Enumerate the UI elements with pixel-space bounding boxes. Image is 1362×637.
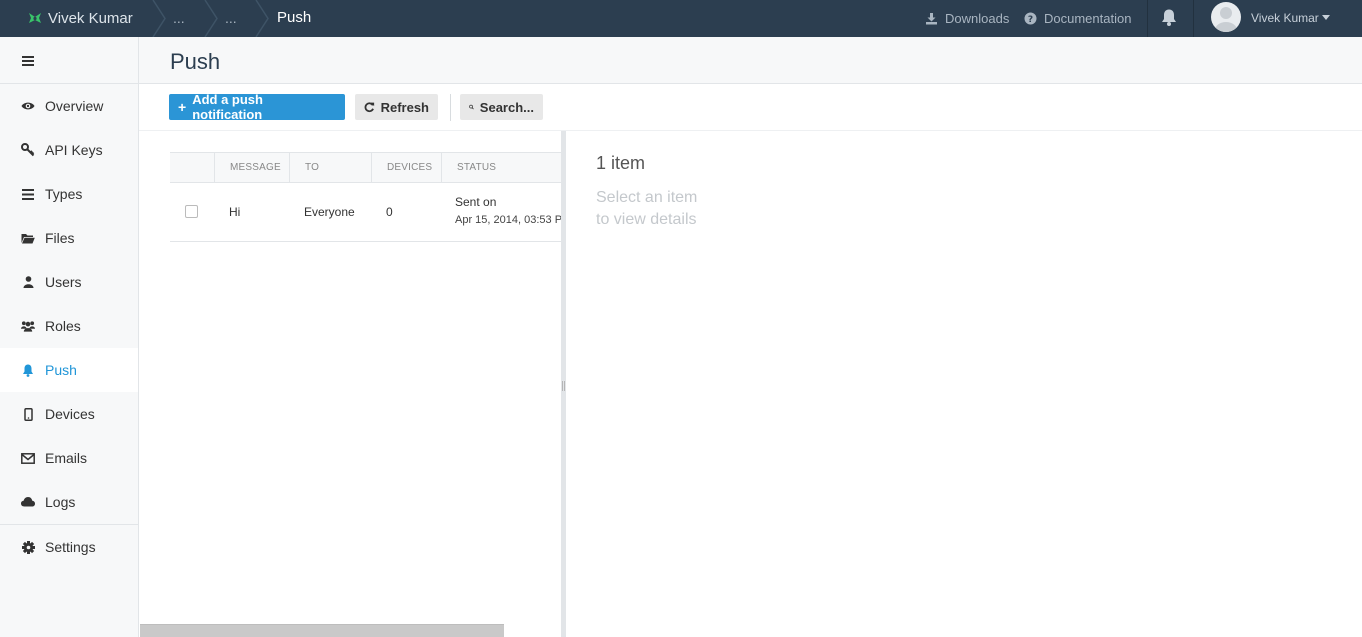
breadcrumb-separator-icon [152, 0, 166, 37]
cell-devices: 0 [386, 205, 393, 219]
navbar-divider [1147, 0, 1148, 37]
toolbar: + Add a push notification Refresh Search… [139, 84, 1362, 131]
envelope-icon [21, 451, 35, 465]
cell-to: Everyone [304, 205, 355, 219]
toolbar-divider [450, 94, 451, 121]
column-header-devices[interactable]: DEVICES [371, 153, 441, 182]
sidebar-item-overview[interactable]: Overview [0, 84, 138, 128]
documentation-label: Documentation [1044, 10, 1132, 26]
group-icon [21, 319, 35, 333]
status-date: Apr 15, 2014, 03:53 PM [455, 214, 561, 226]
refresh-button[interactable]: Refresh [355, 94, 438, 120]
search-button[interactable]: Search... [460, 94, 543, 120]
add-push-notification-label: Add a push notification [192, 92, 263, 122]
push-list-pane: MESSAGE TO DEVICES STATUS Hi Everyone 0 … [139, 131, 561, 637]
downloads-link[interactable]: Downloads [925, 0, 1009, 36]
splitter-grip-icon [562, 381, 565, 391]
table-header: MESSAGE TO DEVICES STATUS [170, 152, 561, 183]
horizontal-scrollbar[interactable] [140, 624, 504, 637]
sidebar-item-api-keys[interactable]: API Keys [0, 128, 138, 172]
detail-placeholder-line-1: Select an item [596, 189, 698, 206]
svg-text:?: ? [1028, 15, 1033, 25]
sidebar-item-types[interactable]: Types [0, 172, 138, 216]
row-select-checkbox[interactable] [185, 205, 198, 218]
status-text: Sent on [455, 195, 497, 209]
brand-link[interactable]: Vivek Kumar [28, 0, 133, 36]
sidebar-item-label: API Keys [45, 142, 103, 158]
item-count: 1 item [596, 153, 646, 173]
page-header: Push [139, 37, 1362, 84]
breadcrumb-item-2[interactable]: ... [225, 0, 237, 36]
refresh-label: Refresh [380, 99, 429, 115]
documentation-link[interactable]: ? Documentation [1024, 0, 1131, 36]
breadcrumb-current: Push [277, 9, 312, 26]
eye-icon [21, 99, 35, 113]
search-icon [469, 104, 474, 110]
folder-icon [21, 231, 35, 245]
download-icon [926, 12, 937, 24]
user-avatar[interactable] [1211, 2, 1241, 32]
cell-status: Sent on Apr 15, 2014, 03:53 PM [455, 195, 561, 226]
user-menu-name[interactable]: Vivek Kumar [1251, 0, 1319, 36]
key-icon [21, 143, 35, 157]
question-circle-icon: ? [1024, 12, 1037, 25]
notifications-bell-icon[interactable] [1160, 8, 1178, 27]
sidebar-item-roles[interactable]: Roles [0, 304, 138, 348]
sidebar-item-label: Emails [45, 450, 88, 466]
brand-name: Vivek Kumar [48, 9, 133, 27]
sidebar-item-devices[interactable]: Devices [0, 392, 138, 436]
navbar-divider [1193, 0, 1194, 37]
sidebar-item-files[interactable]: Files [0, 216, 138, 260]
menu-toggle-icon[interactable] [22, 56, 34, 68]
breadcrumb-item-1[interactable]: ... [173, 0, 185, 36]
refresh-icon [364, 102, 375, 113]
cloud-icon [21, 495, 35, 509]
detail-placeholder: Select an item to view details [596, 187, 756, 231]
sidebar-item-logs[interactable]: Logs [0, 480, 138, 524]
column-header-message[interactable]: MESSAGE [214, 153, 289, 182]
sidebar-item-label: Logs [45, 494, 76, 510]
sidebar-item-label: Types [45, 186, 83, 202]
breadcrumb-separator-icon [255, 0, 269, 37]
top-navbar: Vivek Kumar ... ... Push Downloads ? Doc… [0, 0, 1362, 37]
user-icon [21, 275, 35, 289]
user-silhouette-icon [1215, 7, 1237, 32]
column-header-status[interactable]: STATUS [441, 153, 561, 182]
sidebar-item-push[interactable]: Push [0, 348, 138, 392]
downloads-label: Downloads [945, 10, 1010, 26]
mobile-icon [21, 407, 35, 421]
bell-icon [21, 363, 35, 377]
sidebar-item-settings[interactable]: Settings [0, 525, 138, 569]
plus-icon: + [178, 99, 187, 115]
page-title: Push [170, 49, 221, 74]
sidebar-item-label: Devices [45, 406, 95, 422]
detail-placeholder-line-2: to view details [596, 211, 697, 228]
sidebar-item-label: Users [45, 274, 82, 290]
add-push-notification-button[interactable]: + Add a push notification [169, 92, 345, 122]
chevron-down-icon[interactable] [1322, 15, 1330, 20]
table-row[interactable]: Hi Everyone 0 Sent on Apr 15, 2014, 03:5… [170, 183, 561, 242]
column-header-to[interactable]: TO [289, 153, 371, 182]
sidebar-item-users[interactable]: Users [0, 260, 138, 304]
search-label: Search... [479, 99, 534, 115]
sidebar-item-emails[interactable]: Emails [0, 436, 138, 480]
cell-message: Hi [229, 205, 241, 219]
sidebar-item-label: Files [45, 230, 75, 246]
list-icon [21, 187, 35, 201]
sidebar-item-label: Overview [45, 98, 104, 114]
sidebar-item-label: Push [45, 362, 77, 378]
brand-logo-icon [29, 13, 41, 23]
detail-pane: 1 item Select an item to view details [566, 131, 1362, 637]
sidebar: Overview API Keys Types Files Users Role… [0, 37, 139, 637]
sidebar-item-label: Settings [45, 539, 96, 555]
select-column-header [170, 153, 214, 182]
gear-icon [21, 540, 35, 554]
breadcrumb-separator-icon [204, 0, 218, 37]
sidebar-item-label: Roles [45, 318, 81, 334]
